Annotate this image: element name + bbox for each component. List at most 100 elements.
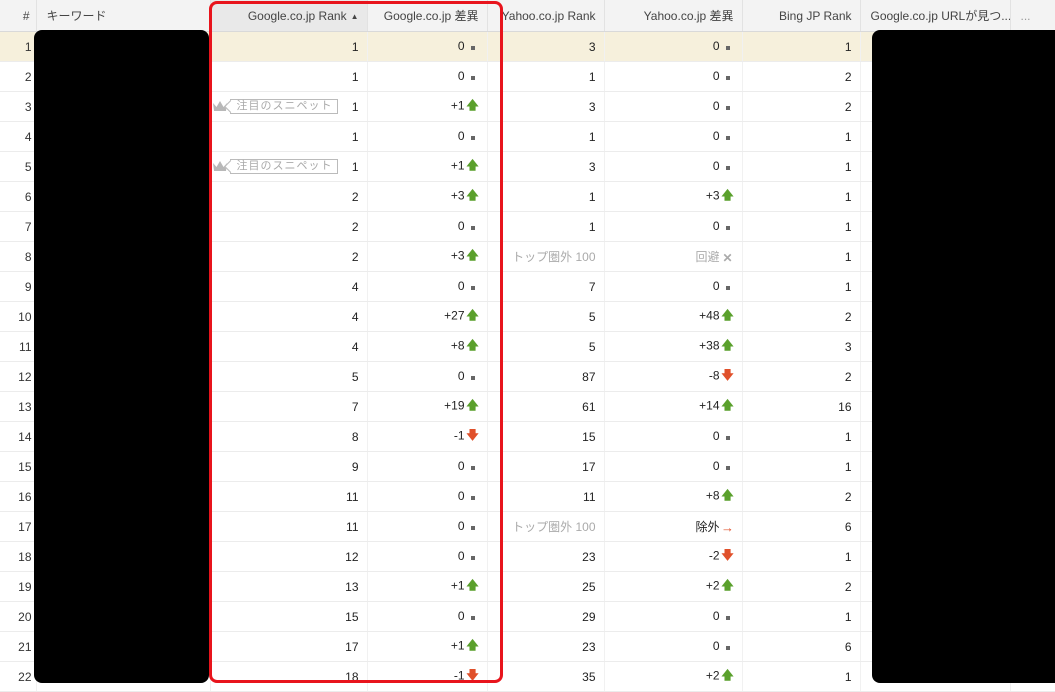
col-header-bing-rank[interactable]: Bing JP Rank — [742, 0, 861, 32]
row-index: 17 — [0, 511, 37, 542]
google-diff-cell: 0 — [367, 451, 488, 482]
bing-rank-cell: 2 — [742, 301, 861, 332]
yahoo-diff-cell: -8 🡇 — [604, 361, 743, 392]
unchanged-icon — [465, 550, 481, 564]
google-diff-cell: 0 — [367, 121, 488, 152]
yahoo-diff-cell: +8 🡅 — [604, 481, 743, 512]
yahoo-rank-value: 5 — [588, 339, 596, 354]
google-diff-cell: 0 — [367, 271, 488, 302]
unchanged-icon — [720, 100, 736, 114]
unchanged-icon — [720, 220, 736, 234]
unchanged-icon — [720, 640, 736, 654]
row-index: 9 — [0, 271, 37, 302]
google-rank-cell: 1 — [210, 61, 368, 92]
yahoo-rank-cell: 61 — [487, 391, 605, 422]
google-rank-cell: 注目のスニペット 1 — [210, 151, 368, 182]
col-header-google-diff[interactable]: Google.co.jp 差異 — [367, 0, 488, 32]
unchanged-icon — [720, 130, 736, 144]
yahoo-diff-value: +2 — [705, 668, 720, 683]
yahoo-diff-cell: 0 — [604, 91, 743, 122]
yahoo-rank-value: 23 — [582, 639, 596, 654]
col-header-yahoo-diff[interactable]: Yahoo.co.jp 差異 — [604, 0, 743, 32]
yahoo-diff-value: +48 — [699, 308, 720, 323]
bing-rank-cell: 1 — [742, 151, 861, 182]
yahoo-diff-cell: 0 — [604, 121, 743, 152]
bing-rank-value: 2 — [844, 369, 852, 384]
yahoo-rank-cell: 3 — [487, 31, 605, 62]
google-rank-cell: 2 — [210, 241, 368, 272]
yahoo-diff-cell: +2 🡅 — [604, 571, 743, 602]
google-diff-value: +27 — [444, 308, 465, 323]
google-diff-cell: 0 — [367, 211, 488, 242]
google-rank-value: 8 — [351, 429, 359, 444]
google-diff-value: +1 — [450, 638, 465, 653]
yahoo-diff-value: 0 — [712, 639, 720, 654]
col-header-yahoo-rank[interactable]: Yahoo.co.jp Rank — [487, 0, 605, 32]
bing-rank-value: 3 — [844, 339, 852, 354]
google-diff-value: 0 — [457, 69, 465, 84]
featured-snippet-badge: 注目のスニペット — [212, 99, 338, 114]
google-rank-cell: 注目のスニペット 1 — [210, 91, 368, 122]
col-header-index[interactable]: # — [0, 0, 37, 32]
close-icon: ✕ — [722, 250, 733, 265]
yahoo-rank-cell: 1 — [487, 61, 605, 92]
google-diff-value: +3 — [450, 248, 465, 263]
arrow-up-icon: 🡅 — [466, 308, 479, 322]
col-header-google-rank[interactable]: Google.co.jp Rank ▲ — [210, 0, 368, 32]
bing-rank-cell: 1 — [742, 241, 861, 272]
google-diff-cell: 0 — [367, 31, 488, 62]
arrow-up-icon: 🡅 — [721, 488, 734, 502]
yahoo-diff-cell: 0 — [604, 61, 743, 92]
yahoo-diff-cell: +14 🡅 — [604, 391, 743, 422]
unchanged-icon — [720, 40, 736, 54]
bing-rank-value: 2 — [844, 69, 852, 84]
bing-rank-cell: 2 — [742, 61, 861, 92]
yahoo-rank-value: 87 — [582, 369, 596, 384]
yahoo-diff-cell: 0 — [604, 151, 743, 182]
arrow-up-icon: 🡅 — [721, 668, 734, 682]
yahoo-diff-value: 0 — [712, 609, 720, 624]
google-rank-cell: 2 — [210, 211, 368, 242]
arrow-up-icon: 🡅 — [466, 338, 479, 352]
col-header-more[interactable]: ... — [1010, 0, 1055, 32]
yahoo-diff-cell: +38 🡅 — [604, 331, 743, 362]
google-rank-value: 9 — [351, 459, 359, 474]
google-diff-cell: 0 — [367, 601, 488, 632]
redaction-mask-urls — [872, 30, 1055, 683]
row-index: 2 — [0, 61, 37, 92]
yahoo-rank-value: 3 — [588, 159, 596, 174]
google-diff-cell: +27 🡅 — [367, 301, 488, 332]
col-header-google-rank-label: Google.co.jp Rank — [247, 8, 347, 23]
google-rank-value: 11 — [346, 489, 359, 504]
bing-rank-cell: 2 — [742, 481, 861, 512]
yahoo-diff-value: 0 — [712, 159, 720, 174]
header-row: # キーワード Google.co.jp Rank ▲ Google.co.jp … — [0, 0, 1055, 32]
unchanged-icon — [465, 610, 481, 624]
google-rank-cell: 5 — [210, 361, 368, 392]
arrow-up-icon: 🡅 — [721, 308, 734, 322]
featured-snippet-badge: 注目のスニペット — [212, 159, 338, 174]
col-header-google-url[interactable]: Google.co.jp URLが見つ... — [860, 0, 1011, 32]
google-rank-value: 13 — [345, 579, 359, 594]
google-rank-cell: 4 — [210, 301, 368, 332]
row-index: 18 — [0, 541, 37, 572]
google-rank-cell: 11 — [210, 481, 368, 512]
bing-rank-cell: 1 — [742, 181, 861, 212]
google-rank-value: 12 — [345, 549, 359, 564]
bing-rank-cell: 1 — [742, 451, 861, 482]
google-rank-value: 17 — [345, 639, 359, 654]
google-diff-cell: +19 🡅 — [367, 391, 488, 422]
arrow-up-icon: 🡅 — [721, 398, 734, 412]
yahoo-diff-cell: 回避 ✕ — [604, 241, 743, 272]
redaction-mask-keywords — [34, 30, 209, 683]
yahoo-rank-cell: 5 — [487, 331, 605, 362]
google-diff-value: -1 — [453, 428, 465, 443]
google-diff-value: +8 — [450, 338, 465, 353]
google-rank-value: 1 — [351, 39, 359, 54]
col-header-keyword[interactable]: キーワード — [36, 0, 211, 32]
google-rank-cell: 4 — [210, 271, 368, 302]
bing-rank-value: 16 — [838, 399, 852, 414]
bing-rank-cell: 2 — [742, 91, 861, 122]
yahoo-diff-value: 回避 — [695, 250, 720, 264]
google-rank-cell: 7 — [210, 391, 368, 422]
